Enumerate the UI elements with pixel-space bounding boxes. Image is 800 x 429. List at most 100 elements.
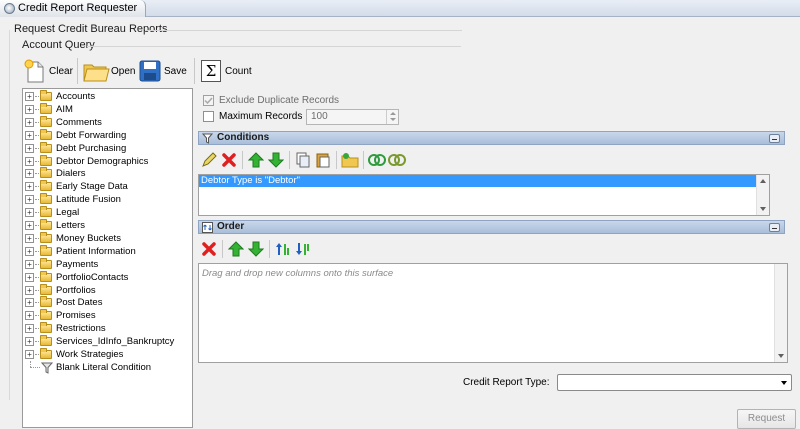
expand-icon[interactable]: + — [25, 259, 34, 269]
or-operator-icon[interactable] — [388, 151, 406, 169]
folder-icon — [40, 309, 52, 321]
floppy-disk-icon — [139, 60, 161, 82]
max-records-spinner[interactable] — [386, 110, 398, 124]
expand-icon[interactable]: + — [25, 246, 34, 256]
condition-row[interactable]: Debtor Type is "Debtor" — [199, 175, 769, 187]
tree-connector — [35, 212, 39, 214]
order-scroll-down-icon[interactable] — [778, 354, 784, 358]
tree-connector — [35, 263, 39, 265]
add-group-icon[interactable] — [341, 151, 359, 169]
conditions-list[interactable]: Debtor Type is "Debtor" — [198, 174, 770, 216]
filter-icon — [41, 362, 53, 374]
sigma-icon: Σ — [201, 60, 221, 82]
expand-icon[interactable]: + — [25, 104, 34, 114]
folder-icon — [40, 115, 52, 127]
max-records-value: 100 — [311, 111, 328, 122]
credit-report-type-select[interactable] — [557, 374, 792, 391]
spin-up-icon[interactable] — [390, 112, 396, 115]
save-button[interactable]: Save — [138, 58, 187, 84]
open-label: Open — [111, 65, 136, 77]
expand-icon[interactable]: + — [25, 324, 34, 334]
sort-descending-icon[interactable] — [294, 240, 312, 258]
exclude-duplicates-checkbox[interactable] — [203, 95, 214, 106]
toolbar-separator — [336, 151, 337, 169]
tree-connector — [35, 276, 39, 278]
conditions-collapse-button[interactable] — [769, 134, 780, 143]
expand-icon[interactable]: + — [25, 221, 34, 230]
app-icon — [4, 3, 15, 14]
move-up-icon[interactable] — [247, 151, 265, 169]
tree-item-label: Comments — [56, 116, 102, 128]
tree-item-label: Promises — [56, 310, 96, 322]
edit-condition-icon[interactable] — [200, 151, 218, 169]
and-operator-icon[interactable] — [368, 151, 386, 169]
count-label: Count — [225, 65, 252, 77]
folder-icon — [40, 193, 52, 205]
expand-icon[interactable]: + — [25, 350, 34, 359]
order-surface[interactable]: Drag and drop new columns onto this surf… — [198, 263, 788, 363]
expand-icon[interactable]: + — [25, 130, 34, 140]
tree-item-label: Payments — [56, 258, 99, 270]
max-records-option[interactable]: Maximum Records — [203, 111, 302, 122]
order-move-up-icon[interactable] — [227, 240, 245, 258]
scroll-down-icon[interactable] — [760, 207, 766, 211]
delete-condition-icon[interactable] — [220, 151, 238, 169]
clear-button[interactable]: Clear — [24, 58, 73, 84]
conditions-scrollbar[interactable] — [756, 175, 769, 215]
sort-ascending-icon[interactable] — [274, 240, 292, 258]
expand-icon[interactable]: + — [25, 156, 34, 166]
tree-connector — [35, 250, 39, 252]
max-records-label: Maximum Records — [219, 111, 303, 122]
expand-icon[interactable]: + — [25, 169, 34, 179]
request-button[interactable]: Request — [737, 409, 796, 429]
folder-icon — [40, 296, 52, 308]
expand-icon[interactable]: + — [25, 311, 34, 321]
order-placeholder: Drag and drop new columns onto this surf… — [202, 268, 394, 279]
expand-icon[interactable]: + — [25, 337, 34, 347]
folder-icon — [40, 348, 52, 359]
order-toolbar — [200, 238, 312, 260]
expand-icon[interactable]: + — [25, 117, 34, 127]
max-records-input[interactable]: 100 — [306, 109, 399, 125]
spin-down-icon[interactable] — [390, 118, 396, 121]
folder-icon — [40, 90, 52, 101]
expand-icon[interactable]: + — [25, 92, 34, 101]
tree-item-label: Patient Information — [56, 245, 136, 257]
delete-order-icon[interactable] — [200, 240, 218, 258]
order-collapse-button[interactable] — [769, 223, 780, 232]
expand-icon[interactable]: + — [25, 143, 34, 153]
order-move-down-icon[interactable] — [247, 240, 265, 258]
tree-connector — [35, 147, 39, 149]
expand-icon[interactable]: + — [25, 285, 34, 295]
order-scrollbar[interactable] — [774, 264, 787, 362]
open-button[interactable]: Open — [82, 58, 135, 84]
move-down-icon[interactable] — [267, 151, 285, 169]
tree-item-label: Debtor Demographics — [56, 155, 149, 167]
exclude-duplicates-option[interactable]: Exclude Duplicate Records — [203, 95, 339, 106]
exclude-duplicates-label: Exclude Duplicate Records — [219, 95, 340, 106]
count-button[interactable]: Σ Count — [201, 58, 252, 84]
copy-icon[interactable] — [294, 151, 312, 169]
tree-connector — [35, 341, 39, 343]
expand-icon[interactable]: + — [25, 208, 34, 218]
filter-icon — [202, 133, 213, 144]
scroll-up-icon[interactable] — [760, 179, 766, 183]
expand-icon[interactable]: + — [25, 182, 34, 192]
tree-item-label: Debt Forwarding — [56, 129, 127, 141]
tree-item-label: Services_IdInfo_Bankruptcy — [56, 336, 175, 348]
conditions-toolbar — [200, 149, 406, 171]
tree-item-label: Early Stage Data — [56, 181, 128, 193]
data-tree[interactable]: + Accounts + AIM + Comments + Debt Forwarding + D… — [22, 88, 193, 428]
expand-icon[interactable]: + — [25, 233, 34, 243]
save-label: Save — [164, 65, 187, 77]
max-records-checkbox[interactable] — [203, 111, 214, 122]
expand-icon[interactable]: + — [25, 272, 34, 282]
order-header: Order — [198, 220, 785, 234]
expand-icon[interactable]: + — [25, 195, 34, 205]
chevron-down-icon — [781, 381, 787, 385]
tree-connector — [35, 315, 39, 317]
folder-icon — [40, 270, 52, 282]
window-tab[interactable]: Credit Report Requester — [0, 0, 147, 17]
expand-icon[interactable]: + — [25, 298, 34, 308]
paste-icon[interactable] — [314, 151, 332, 169]
